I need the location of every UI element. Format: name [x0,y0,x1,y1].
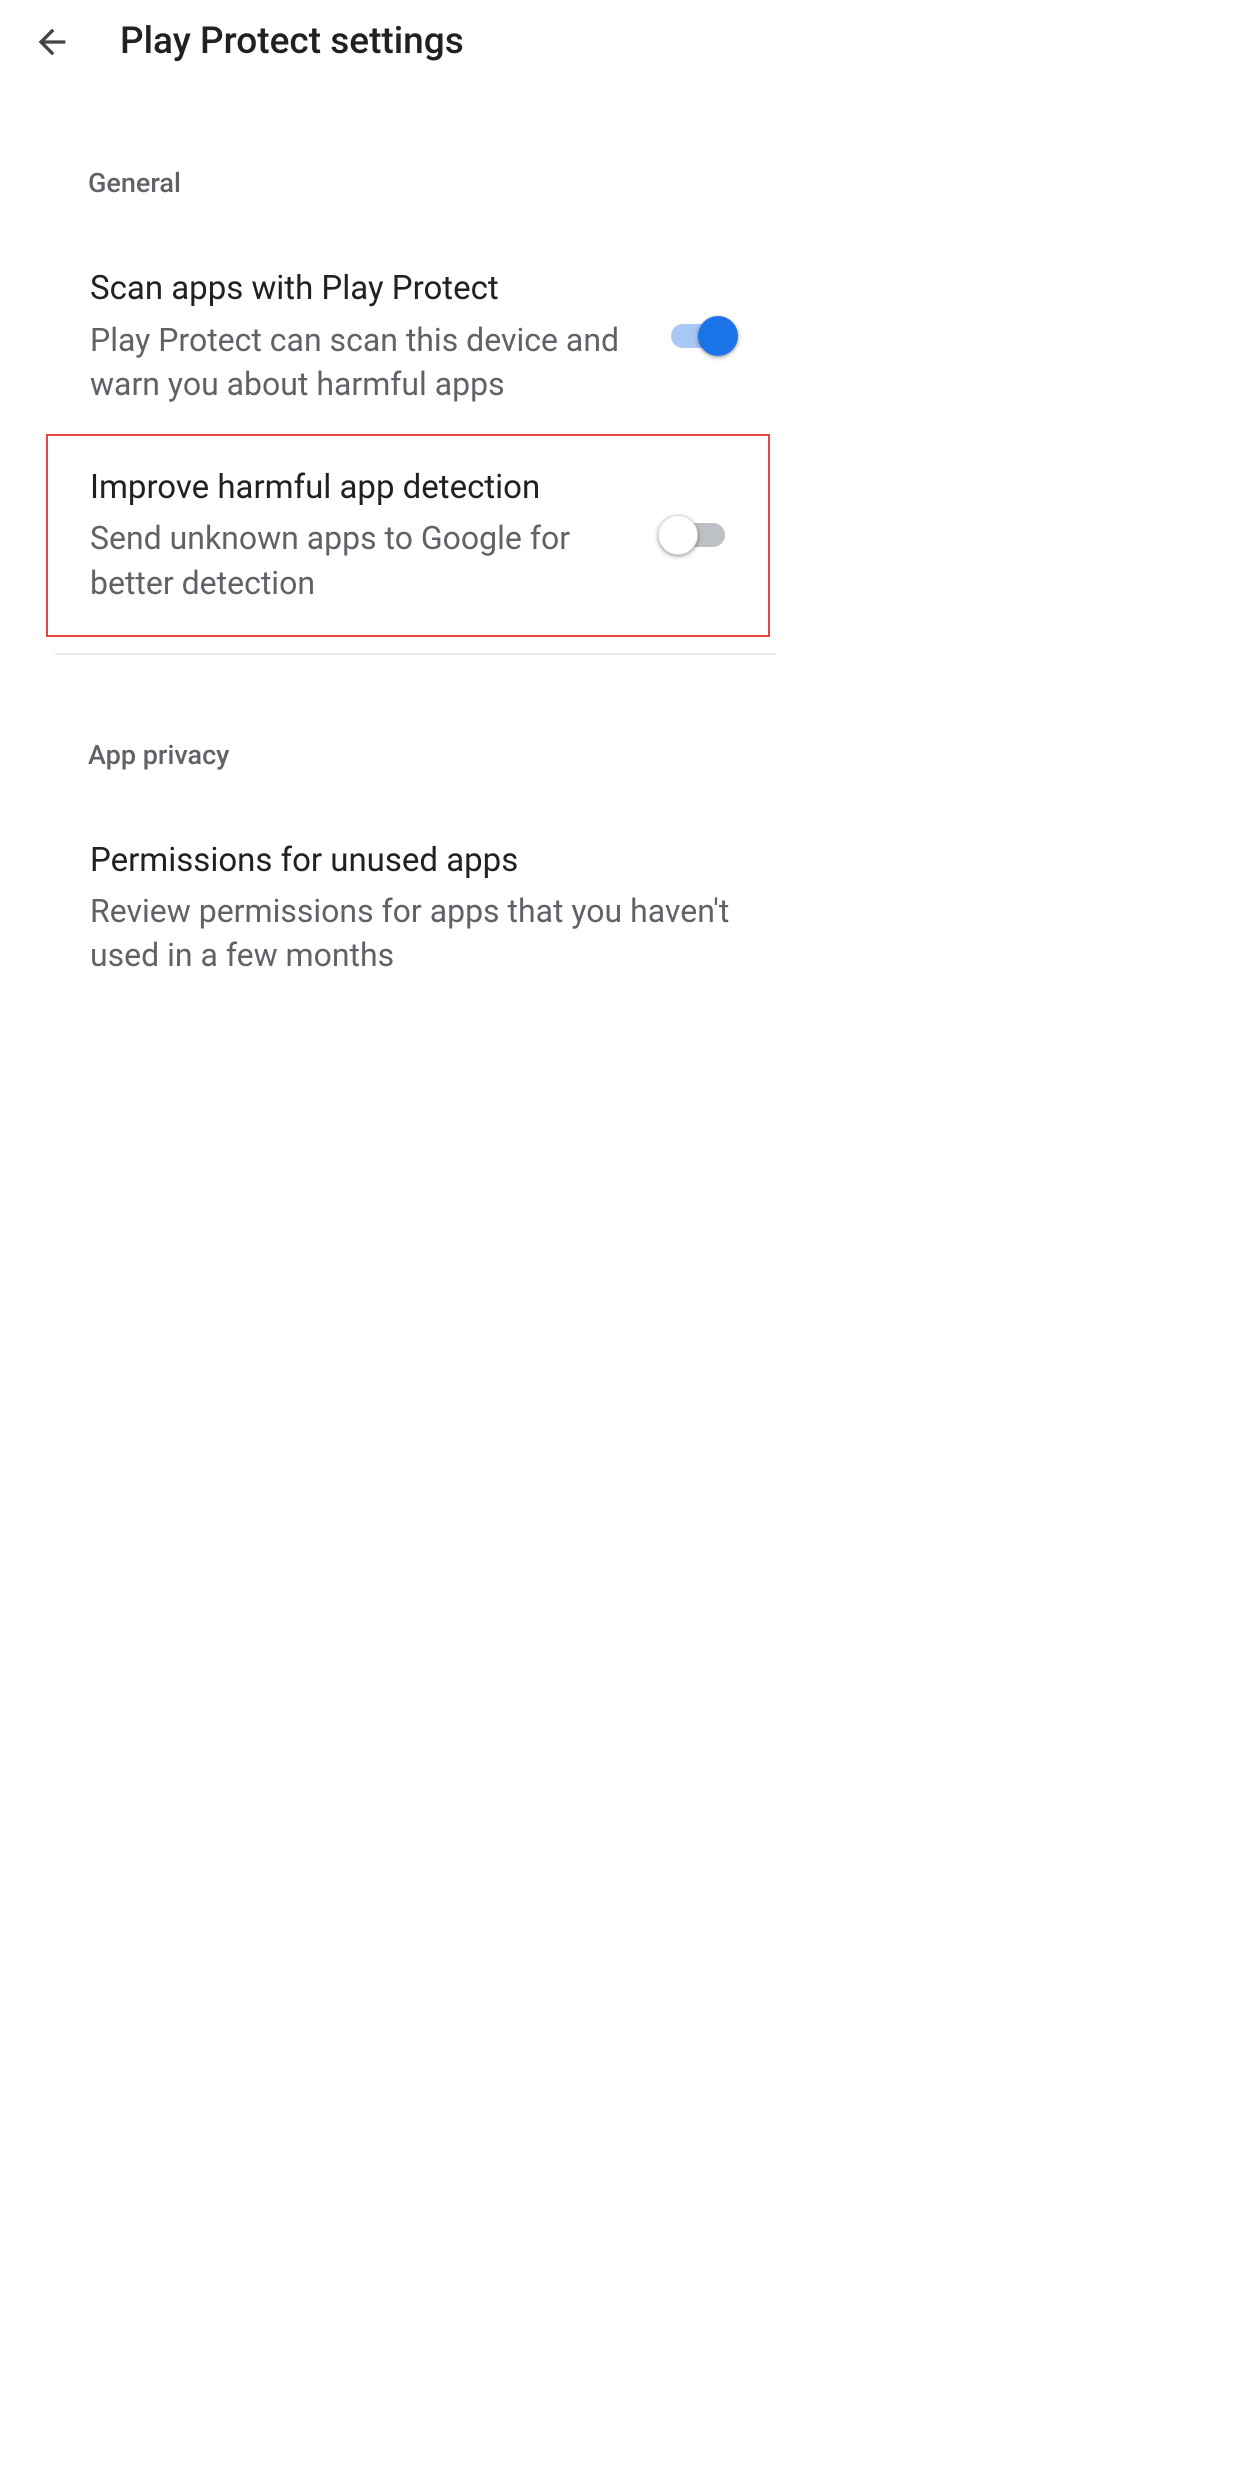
toggle-scan-apps[interactable] [664,314,734,358]
page-title: Play Protect settings [120,20,464,63]
setting-improve-text: Improve harmful app detection Send unkno… [90,466,662,605]
setting-improve-title: Improve harmful app detection [90,466,632,511]
setting-permissions-title: Permissions for unused apps [90,839,734,884]
setting-permissions-description: Review permissions for apps that you hav… [90,889,734,977]
setting-scan-apps[interactable]: Scan apps with Play Protect Play Protect… [88,239,776,434]
section-header-privacy: App privacy [88,655,776,811]
toggle-thumb [658,515,698,555]
section-header-general: General [88,83,776,239]
setting-scan-text: Scan apps with Play Protect Play Protect… [90,267,664,406]
app-header: Play Protect settings [0,0,776,83]
back-arrow-icon[interactable] [32,22,72,62]
setting-improve-description: Send unknown apps to Google for better d… [90,516,632,604]
toggle-thumb [698,316,738,356]
toggle-improve-detection[interactable] [662,513,732,557]
setting-scan-description: Play Protect can scan this device and wa… [90,318,634,406]
setting-scan-title: Scan apps with Play Protect [90,267,634,312]
setting-permissions-unused[interactable]: Permissions for unused apps Review permi… [88,811,776,1006]
setting-improve-detection[interactable]: Improve harmful app detection Send unkno… [46,434,770,637]
